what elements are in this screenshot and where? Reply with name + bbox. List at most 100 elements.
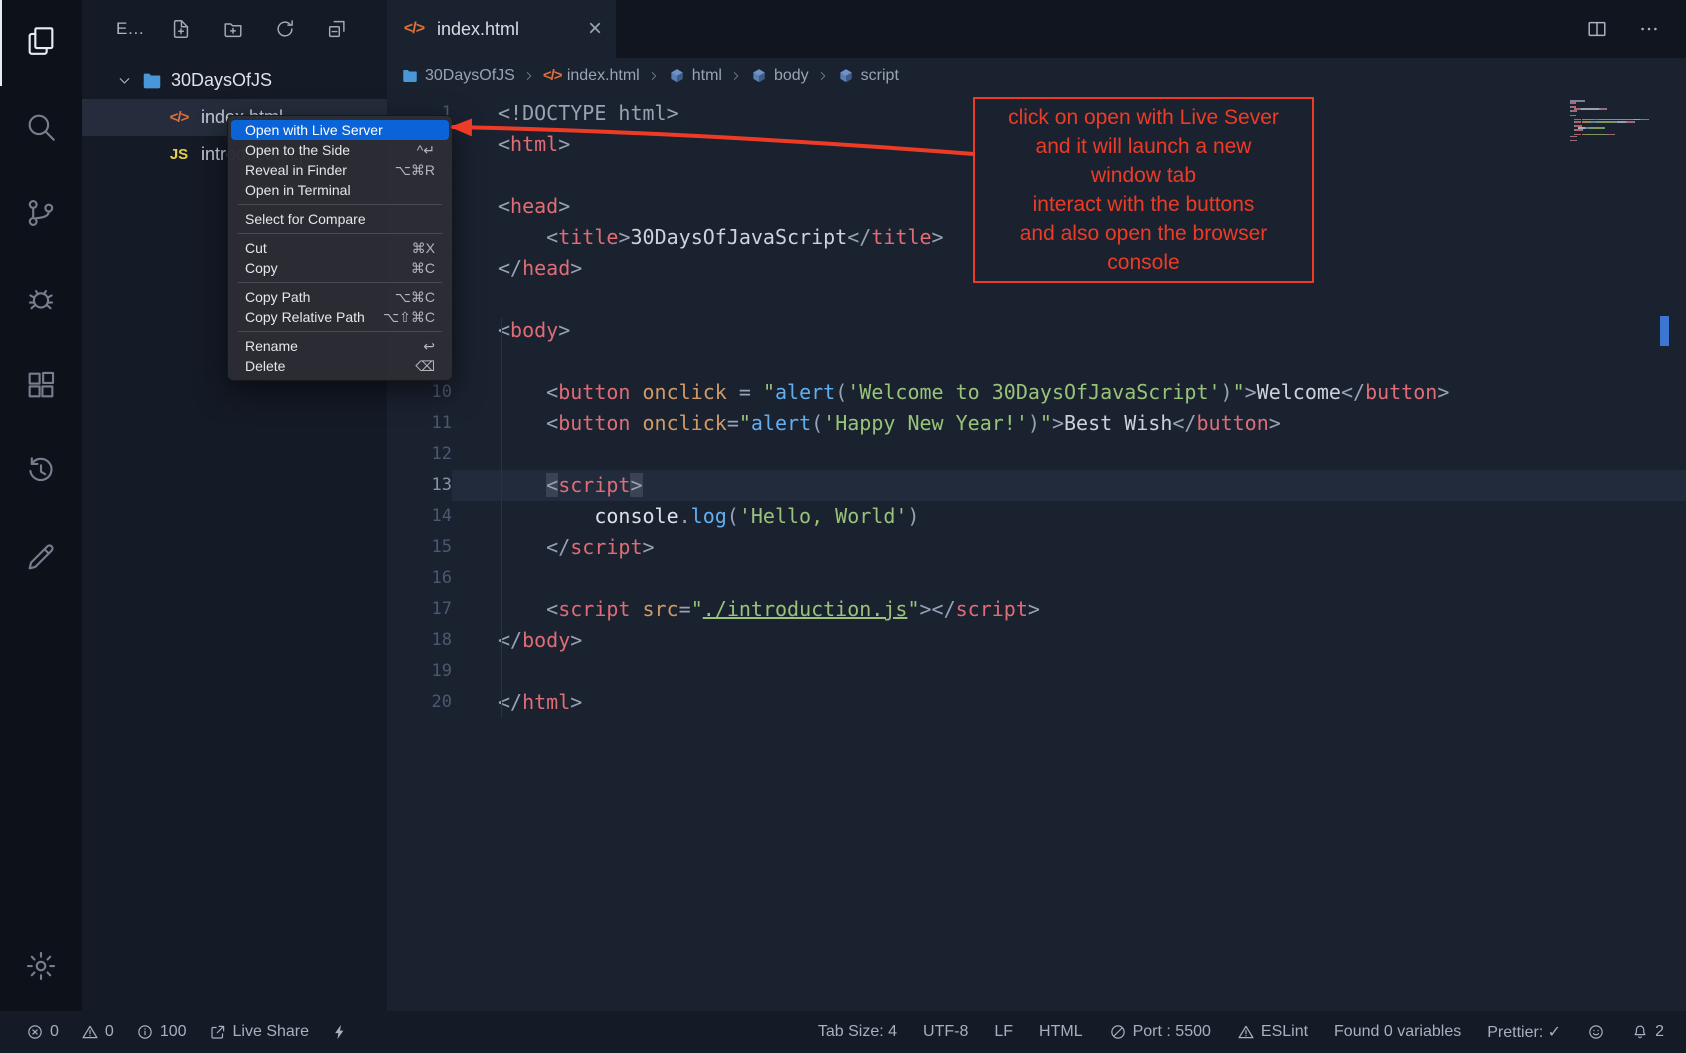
menu-item-open-in-terminal[interactable]: Open in Terminal xyxy=(231,180,449,200)
code-line-8[interactable]: 8<body> xyxy=(387,315,1686,346)
code-line-11[interactable]: 11 <button onclick="alert('Happy New Yea… xyxy=(387,408,1686,439)
activity-run-debug[interactable] xyxy=(0,258,82,344)
collapse-folders-icon[interactable] xyxy=(326,18,348,40)
breadcrumb-label: body xyxy=(774,67,809,85)
menu-item-copy-path[interactable]: Copy Path ⌥⌘C xyxy=(231,287,449,307)
new-folder-icon[interactable] xyxy=(222,18,244,40)
menu-separator xyxy=(238,282,442,283)
line-number: 11 xyxy=(387,408,452,439)
status-feedback-smiley[interactable] xyxy=(1587,1023,1605,1041)
menu-item-select-for-compare[interactable]: Select for Compare xyxy=(231,209,449,229)
status-bar: 0 0 100 Live Share Tab Size: 4 UTF-8 LF HTML Po… xyxy=(0,1011,1686,1053)
breadcrumb-separator-icon xyxy=(816,69,830,83)
menu-item-reveal-in-finder[interactable]: Reveal in Finder ⌥⌘R xyxy=(231,160,449,180)
code-line-20[interactable]: 20</html> xyxy=(387,687,1686,718)
status-language-mode[interactable]: HTML xyxy=(1039,1023,1083,1041)
tab-label: index.html xyxy=(437,19,519,40)
close-icon[interactable]: × xyxy=(588,17,602,41)
activity-live-share[interactable] xyxy=(0,516,82,602)
extensions-icon xyxy=(24,368,58,407)
tab-bar: </> index.html × xyxy=(387,0,1686,58)
menu-item-copy-relative-path[interactable]: Copy Relative Path⌥⇧⌘C xyxy=(231,307,449,327)
history-icon xyxy=(24,454,58,493)
activity-explorer[interactable] xyxy=(0,0,82,86)
breadcrumb-item-html[interactable]: html xyxy=(668,67,722,85)
status-eslint[interactable]: ESLint xyxy=(1237,1023,1308,1041)
bell-icon xyxy=(1631,1023,1649,1041)
menu-item-delete[interactable]: Delete ⌫ xyxy=(231,356,449,376)
status-warnings[interactable]: 0 xyxy=(81,1023,114,1041)
refresh-explorer-icon[interactable] xyxy=(274,18,296,40)
menu-item-open-to-the-side[interactable]: Open to the Side^↵ xyxy=(231,140,449,160)
activity-extensions[interactable] xyxy=(0,344,82,430)
line-content xyxy=(452,284,1686,315)
menu-item-cut[interactable]: Cut⌘X xyxy=(231,238,449,258)
code-line-14[interactable]: 14 console.log('Hello, World') xyxy=(387,501,1686,532)
breadcrumb-item-30daysofjs[interactable]: 30DaysOfJS xyxy=(401,67,515,85)
status-live-share[interactable]: Live Share xyxy=(209,1023,310,1041)
menu-item-shortcut: ⌫ xyxy=(415,358,435,375)
activity-source-control[interactable] xyxy=(0,172,82,258)
menu-item-open-with-live-server[interactable]: Open with Live Server xyxy=(231,120,449,140)
status-label: 0 xyxy=(50,1023,59,1041)
code-line-13[interactable]: 13 <script> xyxy=(387,470,1686,501)
activity-search[interactable] xyxy=(0,86,82,172)
menu-item-label: Reveal in Finder xyxy=(245,162,347,178)
split-editor-icon[interactable] xyxy=(1586,18,1608,40)
menu-item-label: Delete xyxy=(245,358,285,374)
status-encoding[interactable]: UTF-8 xyxy=(923,1023,968,1041)
line-number: 18 xyxy=(387,625,452,656)
files-icon xyxy=(24,24,58,63)
breadcrumb-item-body[interactable]: body xyxy=(750,67,809,85)
menu-item-label: Copy Path xyxy=(245,289,310,305)
status-info-metric[interactable]: 100 xyxy=(136,1023,187,1041)
minimap[interactable] xyxy=(1570,100,1670,142)
menu-item-shortcut: ↩ xyxy=(423,338,435,355)
status-right: Tab Size: 4 UTF-8 LF HTML Port : 5500 ESLint F… xyxy=(792,1022,1664,1042)
menu-separator xyxy=(238,331,442,332)
code-line-12[interactable]: 12 xyxy=(387,439,1686,470)
status-notifications[interactable]: 2 xyxy=(1631,1023,1664,1041)
smiley-icon xyxy=(1587,1023,1605,1041)
status-label: HTML xyxy=(1039,1023,1083,1041)
status-eol[interactable]: LF xyxy=(994,1023,1013,1041)
new-file-icon[interactable] xyxy=(170,18,192,40)
code-line-7[interactable]: 7 xyxy=(387,284,1686,315)
activity-bar xyxy=(0,0,82,1011)
code-line-9[interactable]: 9 xyxy=(387,346,1686,377)
status-label: 2 xyxy=(1655,1023,1664,1041)
menu-item-shortcut: ⌥⌘C xyxy=(395,289,435,306)
status-found-variables[interactable]: Found 0 variables xyxy=(1334,1023,1461,1041)
breadcrumb-label: html xyxy=(692,67,722,85)
status-errors[interactable]: 0 xyxy=(26,1023,59,1041)
activity-history[interactable] xyxy=(0,430,82,516)
code-icon: </> xyxy=(543,67,561,85)
more-actions-icon[interactable] xyxy=(1638,18,1660,40)
tree-folder-30DaysOfJS[interactable]: 30DaysOfJS xyxy=(82,62,387,99)
status-prettier[interactable]: Prettier: ✓ xyxy=(1487,1022,1561,1042)
warning-icon xyxy=(1237,1023,1255,1041)
breadcrumb-item-index-html[interactable]: </>index.html xyxy=(543,67,640,85)
status-label: UTF-8 xyxy=(923,1023,968,1041)
status-bolt[interactable] xyxy=(331,1023,349,1041)
code-line-17[interactable]: 17 <script src="./introduction.js"></scr… xyxy=(387,594,1686,625)
line-number: 12 xyxy=(387,439,452,470)
menu-item-rename[interactable]: Rename↩ xyxy=(231,336,449,356)
menu-item-label: Cut xyxy=(245,240,267,256)
status-label: Tab Size: 4 xyxy=(818,1023,897,1041)
code-line-15[interactable]: 15 </script> xyxy=(387,532,1686,563)
breadcrumb-item-script[interactable]: script xyxy=(837,67,899,85)
status-live-server-port[interactable]: Port : 5500 xyxy=(1109,1023,1211,1041)
vscode-window: E… 30DaysOfJS </> index.html JS introduc… xyxy=(0,0,1686,1053)
tab-index-html[interactable]: </> index.html × xyxy=(387,0,616,58)
code-line-19[interactable]: 19 xyxy=(387,656,1686,687)
menu-item-copy[interactable]: Copy⌘C xyxy=(231,258,449,278)
code-line-16[interactable]: 16 xyxy=(387,563,1686,594)
code-line-18[interactable]: 18</body> xyxy=(387,625,1686,656)
status-tab-size[interactable]: Tab Size: 4 xyxy=(818,1023,897,1041)
overview-ruler-marker[interactable] xyxy=(1660,316,1669,346)
menu-item-shortcut: ⌥⌘R xyxy=(395,162,435,179)
activity-settings[interactable] xyxy=(0,925,82,1011)
line-content xyxy=(452,346,1686,377)
code-line-10[interactable]: 10 <button onclick = "alert('Welcome to … xyxy=(387,377,1686,408)
